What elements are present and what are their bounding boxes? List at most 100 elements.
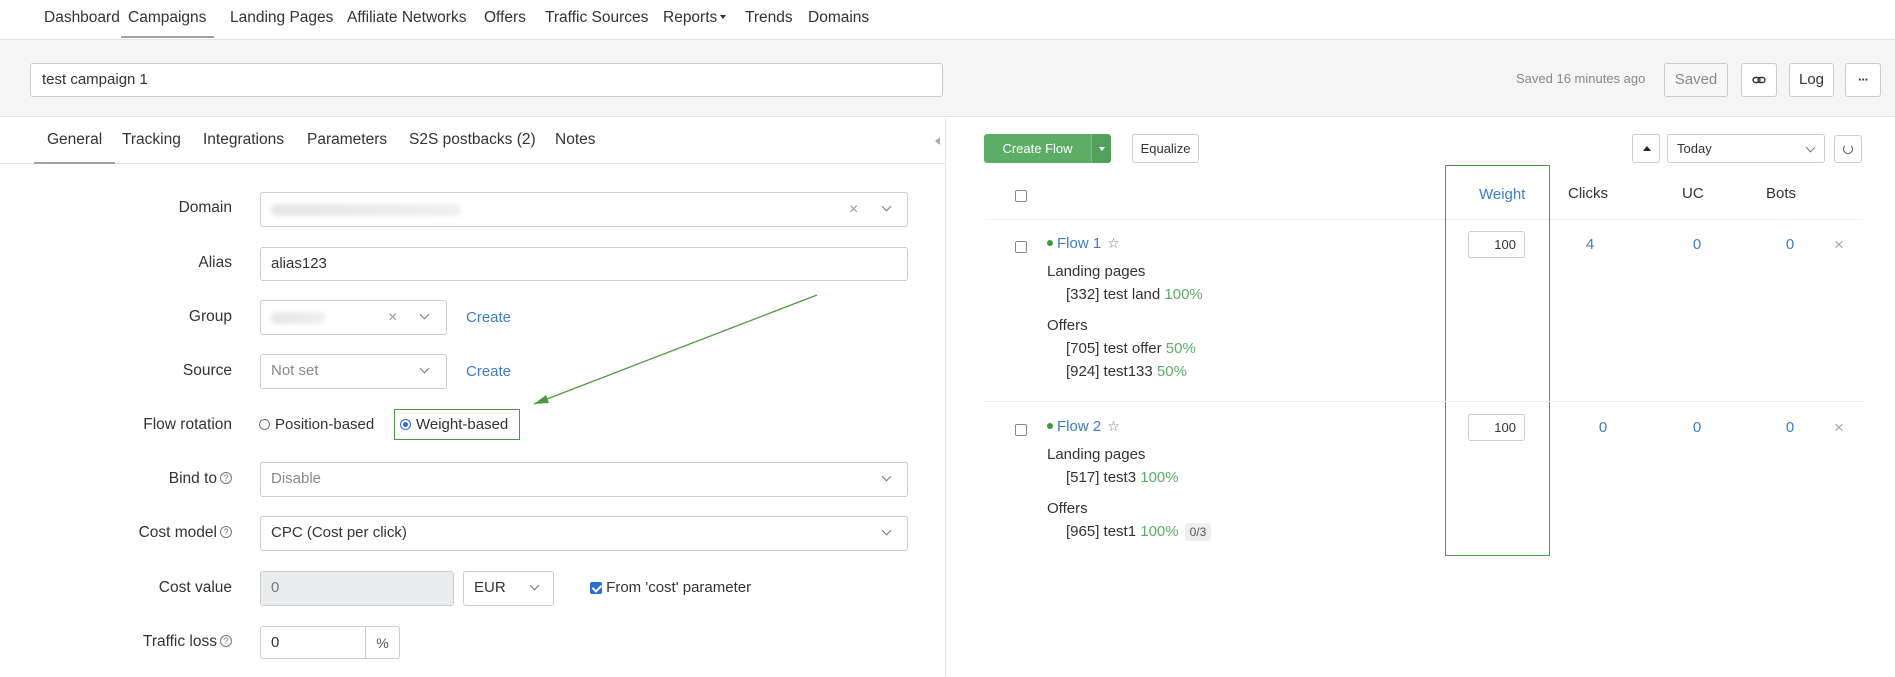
col-uc[interactable]: UC — [1682, 185, 1704, 202]
collapse-panel-icon[interactable] — [935, 137, 940, 145]
saved-button[interactable]: Saved — [1664, 63, 1728, 97]
refresh-button[interactable] — [1834, 135, 1862, 163]
help-icon[interactable]: ? — [220, 525, 232, 538]
alias-label: Alias — [198, 254, 232, 271]
row-checkbox[interactable] — [1015, 238, 1027, 255]
offer-percent: 50% — [1156, 363, 1187, 380]
star-icon[interactable]: ☆ — [1107, 235, 1120, 251]
offer-name: [965] test1 — [1066, 523, 1137, 540]
help-icon[interactable]: ? — [220, 471, 232, 484]
weight-input[interactable]: 100 — [1468, 231, 1525, 258]
nav-traffic-sources[interactable]: Traffic Sources — [545, 0, 648, 38]
bind-to-label-text: Bind to — [168, 470, 217, 487]
clear-icon[interactable]: × — [849, 202, 858, 218]
rotation-position-based[interactable]: Position-based — [259, 416, 374, 433]
remove-flow-icon[interactable]: × — [1834, 236, 1844, 253]
nav-trends[interactable]: Trends — [745, 0, 793, 38]
cost-value-label: Cost value — [158, 579, 232, 596]
cost-value-input[interactable]: 0 — [260, 571, 454, 606]
offers-label: Offers — [1047, 500, 1088, 517]
domain-label: Domain — [178, 199, 232, 216]
clicks-value[interactable]: 4 — [1575, 236, 1605, 253]
source-label: Source — [182, 362, 232, 379]
currency-select[interactable]: EUR — [463, 571, 554, 606]
col-clicks[interactable]: Clicks — [1568, 185, 1608, 202]
create-flow-button[interactable]: Create Flow — [984, 134, 1091, 163]
uc-value[interactable]: 0 — [1682, 419, 1712, 436]
uc-value[interactable]: 0 — [1682, 236, 1712, 253]
landing-page-name: [332] test land — [1066, 286, 1161, 303]
tab-tracking[interactable]: Tracking — [122, 131, 181, 164]
domain-select[interactable]: × — [260, 192, 908, 227]
star-icon[interactable]: ☆ — [1107, 418, 1120, 434]
checkbox-unchecked[interactable] — [1015, 241, 1027, 254]
currency-value: EUR — [474, 579, 506, 596]
radio-on[interactable] — [400, 418, 411, 430]
group-select[interactable]: × — [260, 300, 447, 335]
alias-input[interactable]: alias123 — [260, 247, 908, 281]
help-icon[interactable]: ? — [220, 634, 232, 647]
checkbox-checked[interactable] — [590, 582, 602, 595]
offer-name: [705] test offer — [1066, 340, 1162, 357]
nav-affiliate-networks[interactable]: Affiliate Networks — [347, 0, 466, 38]
landing-page-percent: 100% — [1140, 469, 1179, 486]
nav-domains[interactable]: Domains — [808, 0, 869, 38]
period-value: Today — [1677, 141, 1712, 156]
offer-item[interactable]: [924] test133 50% — [1066, 363, 1187, 380]
tab-general[interactable]: General — [34, 131, 116, 164]
col-bots[interactable]: Bots — [1766, 185, 1796, 202]
clicks-value[interactable]: 0 — [1588, 419, 1618, 436]
link-button[interactable] — [1741, 63, 1777, 97]
bind-to-select[interactable]: Disable — [260, 462, 908, 497]
nav-dashboard[interactable]: Dashboard — [44, 0, 120, 38]
tab-integrations[interactable]: Integrations — [203, 131, 284, 164]
tab-s2s-postbacks[interactable]: S2S postbacks (2) — [409, 131, 536, 164]
group-create-link[interactable]: Create — [466, 309, 511, 326]
nav-offers[interactable]: Offers — [484, 0, 526, 38]
checkbox-unchecked[interactable] — [1015, 424, 1027, 437]
landing-page-item[interactable]: [517] test3 100% — [1066, 469, 1179, 486]
more-options-button[interactable]: ··· — [1845, 63, 1881, 97]
bots-value[interactable]: 0 — [1775, 236, 1805, 253]
sort-up-button[interactable] — [1632, 134, 1660, 163]
checkbox-unchecked[interactable] — [1015, 190, 1027, 203]
domain-redacted-value — [271, 204, 461, 216]
group-redacted-value — [271, 312, 326, 324]
offer-item[interactable]: [705] test offer 50% — [1066, 340, 1196, 357]
cost-model-select[interactable]: CPC (Cost per click) — [260, 516, 908, 551]
rotation-weight-label: Weight-based — [416, 416, 509, 433]
rotation-weight-based[interactable]: Weight-based — [400, 416, 508, 433]
flow-name-link[interactable]: Flow 2 ☆ — [1047, 418, 1120, 435]
weight-input[interactable]: 100 — [1468, 414, 1525, 441]
landing-page-item[interactable]: [332] test land 100% — [1066, 286, 1203, 303]
group-label: Group — [188, 308, 232, 325]
source-create-link[interactable]: Create — [466, 363, 511, 380]
from-cost-checkbox[interactable]: From 'cost' parameter — [590, 579, 751, 596]
tab-notes[interactable]: Notes — [555, 131, 596, 164]
create-flow-dropdown[interactable] — [1091, 134, 1111, 163]
period-select[interactable]: Today — [1667, 134, 1825, 163]
flow-name-link[interactable]: Flow 1 ☆ — [1047, 235, 1120, 252]
source-select[interactable]: Not set — [260, 354, 447, 389]
nav-reports[interactable]: Reports — [663, 0, 727, 38]
cost-model-label: Cost model? — [120, 524, 232, 542]
clear-icon[interactable]: × — [388, 310, 397, 326]
nav-landing-pages[interactable]: Landing Pages — [230, 0, 333, 38]
traffic-loss-input[interactable]: 0 — [260, 626, 366, 659]
campaign-name-input[interactable]: test campaign 1 — [30, 63, 943, 97]
select-all-checkbox[interactable] — [1015, 187, 1027, 204]
tab-parameters[interactable]: Parameters — [307, 131, 387, 164]
nav-campaigns[interactable]: Campaigns — [121, 0, 215, 38]
row-divider — [985, 219, 1863, 220]
percent-addon: % — [366, 626, 400, 659]
link-icon — [1752, 76, 1766, 84]
equalize-button[interactable]: Equalize — [1132, 134, 1199, 163]
flow-name: Flow 1 — [1057, 235, 1102, 252]
log-button[interactable]: Log — [1789, 63, 1834, 97]
offer-item[interactable]: [965] test1 100% 0/3 — [1066, 523, 1212, 541]
radio-off[interactable] — [259, 418, 270, 430]
remove-flow-icon[interactable]: × — [1834, 419, 1844, 436]
row-checkbox[interactable] — [1015, 421, 1027, 438]
bots-value[interactable]: 0 — [1775, 419, 1805, 436]
offer-cap-badge: 0/3 — [1184, 523, 1212, 541]
